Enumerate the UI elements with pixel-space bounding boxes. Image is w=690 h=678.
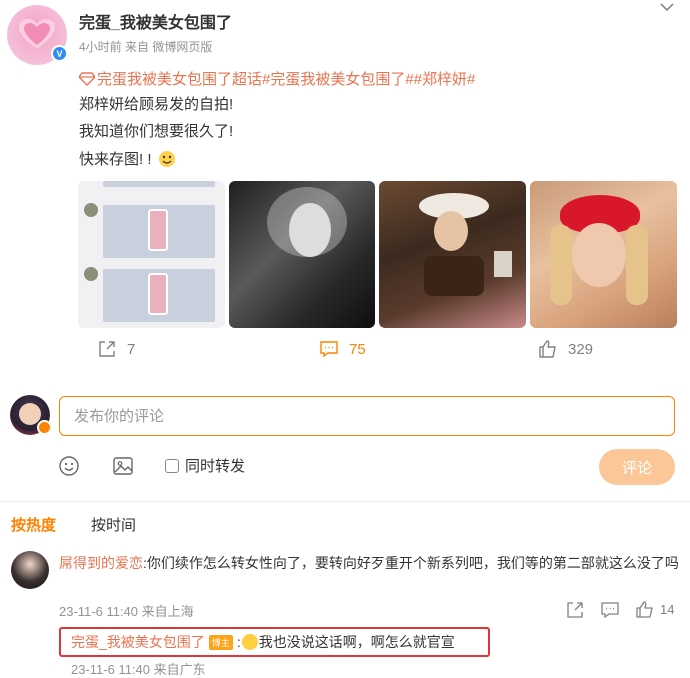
post-image-4[interactable] [530, 181, 677, 328]
submit-comment-button[interactable]: 评论 [599, 449, 675, 485]
reply-meta: 23-11-6 11:40 来自广东 [71, 662, 206, 677]
image-upload-icon[interactable] [112, 455, 134, 477]
like-button[interactable]: 329 [538, 339, 593, 359]
heart-icon [19, 19, 55, 49]
post-line-2: 我知道你们想要很久了! [79, 123, 234, 140]
comment-like-count: 14 [660, 602, 675, 617]
post-time[interactable]: 4小时前 [79, 40, 122, 54]
super-topic-icon [79, 71, 95, 86]
repost-toggle[interactable]: 同时转发 [165, 455, 245, 476]
reply-text: 我也没说这话啊，啊怎么就官宣 [258, 634, 455, 650]
comment-meta: 23-11-6 11:40 来自上海 [59, 604, 194, 619]
thumbs-up-icon [539, 340, 556, 358]
post-line-1: 郑梓妍给顾易发的自拍! [79, 96, 234, 113]
comment-button[interactable]: 75 [319, 339, 366, 359]
post-source: 来自 微博网页版 [125, 40, 213, 54]
reply-body: 完蛋_我被美女包围了 博主 : 我也没说这话啊，啊怎么就官宣 [71, 632, 455, 652]
post-line-3: 快来存图! ! [79, 151, 152, 168]
post-image-2[interactable] [229, 181, 375, 328]
commenter-name[interactable]: 屌得到的爱恋 [59, 555, 143, 571]
emoji-icon [241, 634, 258, 650]
commenter-avatar[interactable] [11, 551, 49, 589]
share-icon[interactable] [566, 601, 584, 619]
divider [0, 501, 690, 502]
reply-icon[interactable] [601, 601, 619, 619]
verified-icon: V [51, 45, 68, 62]
like-count: 329 [568, 340, 594, 358]
share-icon [99, 341, 115, 357]
repost-label: 同时转发 [185, 458, 246, 475]
reply-author-name[interactable]: 完蛋_我被美女包围了 [71, 632, 205, 652]
comment-icon [320, 341, 338, 358]
user-badge-icon [37, 420, 52, 435]
repost-count: 7 [127, 340, 136, 358]
comment-input[interactable] [59, 396, 675, 436]
post-author-name[interactable]: 完蛋_我被美女包围了 [79, 9, 232, 33]
blogger-badge: 博主 [208, 634, 233, 650]
tab-sort-hot[interactable]: 按热度 [11, 514, 56, 535]
chevron-down-icon[interactable] [657, 0, 677, 16]
topics-text[interactable]: 完蛋我被美女包围了超话#完蛋我被美女包围了##郑梓妍# [97, 68, 475, 89]
post-meta: 4小时前 来自 微博网页版 [79, 38, 212, 55]
post-image-1[interactable] [78, 181, 225, 328]
thumbs-up-icon[interactable] [636, 601, 654, 619]
post-topics[interactable]: 完蛋我被美女包围了超话#完蛋我被美女包围了##郑梓妍# [79, 68, 475, 89]
emoji-icon [158, 150, 175, 167]
post-image-3[interactable] [379, 181, 526, 328]
emoji-picker-icon[interactable] [58, 455, 80, 477]
comment-body: 屌得到的爱恋:你们续作怎么转女性向了，要转向好歹重开个新系列吧，我们等的第二部就… [59, 551, 679, 575]
tab-sort-time[interactable]: 按时间 [91, 514, 136, 535]
comment-text: :你们续作怎么转女性向了，要转向好歹重开个新系列吧，我们等的第二部就这么没了吗 [143, 555, 679, 571]
post-line-3-wrap: 快来存图! ! [79, 148, 176, 169]
repost-checkbox[interactable] [165, 458, 179, 473]
comment-count: 75 [349, 340, 366, 358]
repost-button[interactable]: 7 [97, 339, 135, 359]
